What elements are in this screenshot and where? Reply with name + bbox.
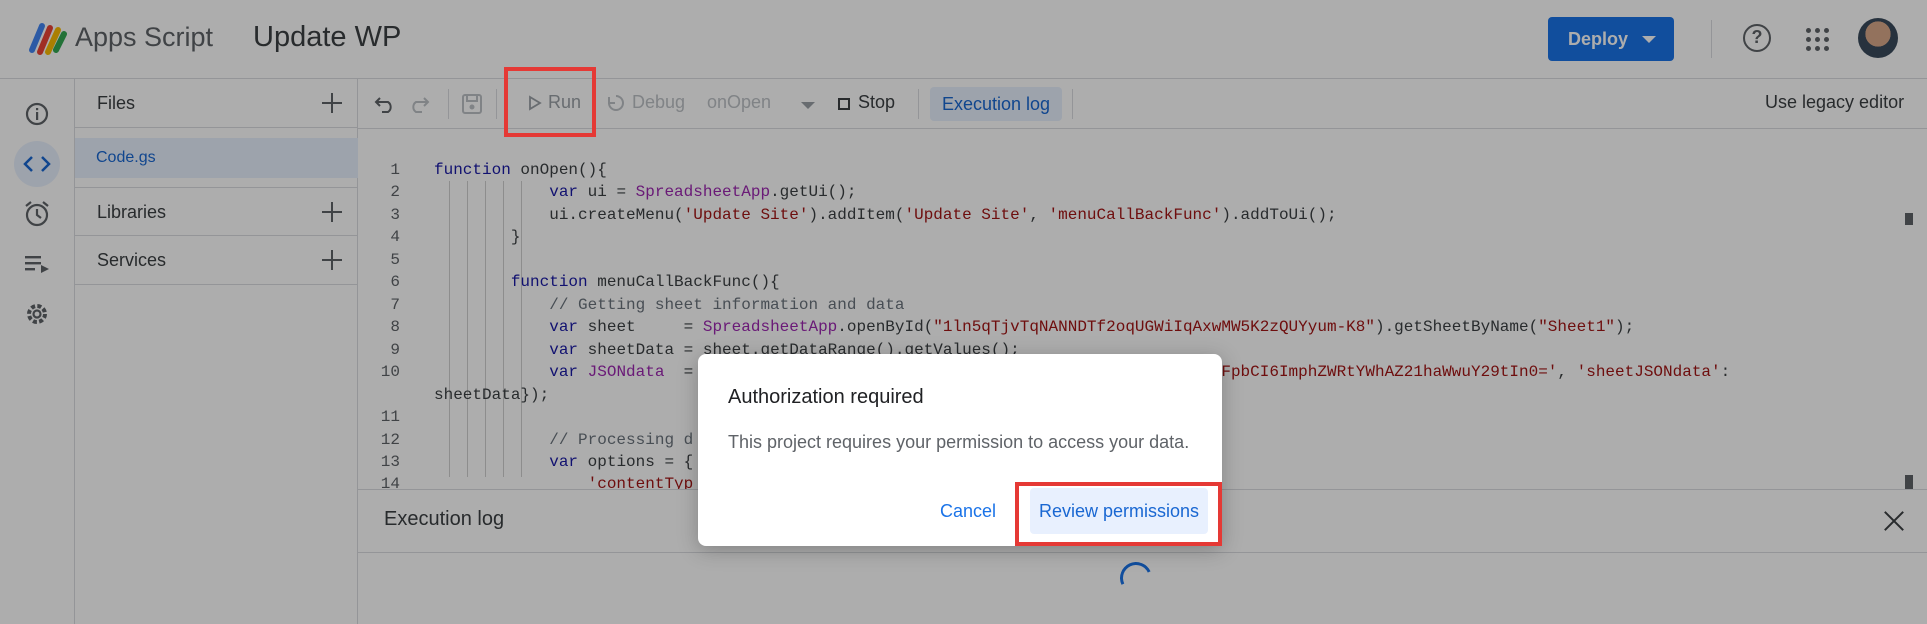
apps-script-editor: Apps Script Update WP Deploy ? Files Cod… [0, 0, 1927, 624]
run-highlight-box [504, 67, 596, 137]
dialog-message: This project requires your permission to… [728, 432, 1190, 452]
cancel-button[interactable]: Cancel [940, 501, 996, 522]
dialog-title: Authorization required [728, 386, 924, 408]
review-highlight-box [1015, 482, 1222, 546]
